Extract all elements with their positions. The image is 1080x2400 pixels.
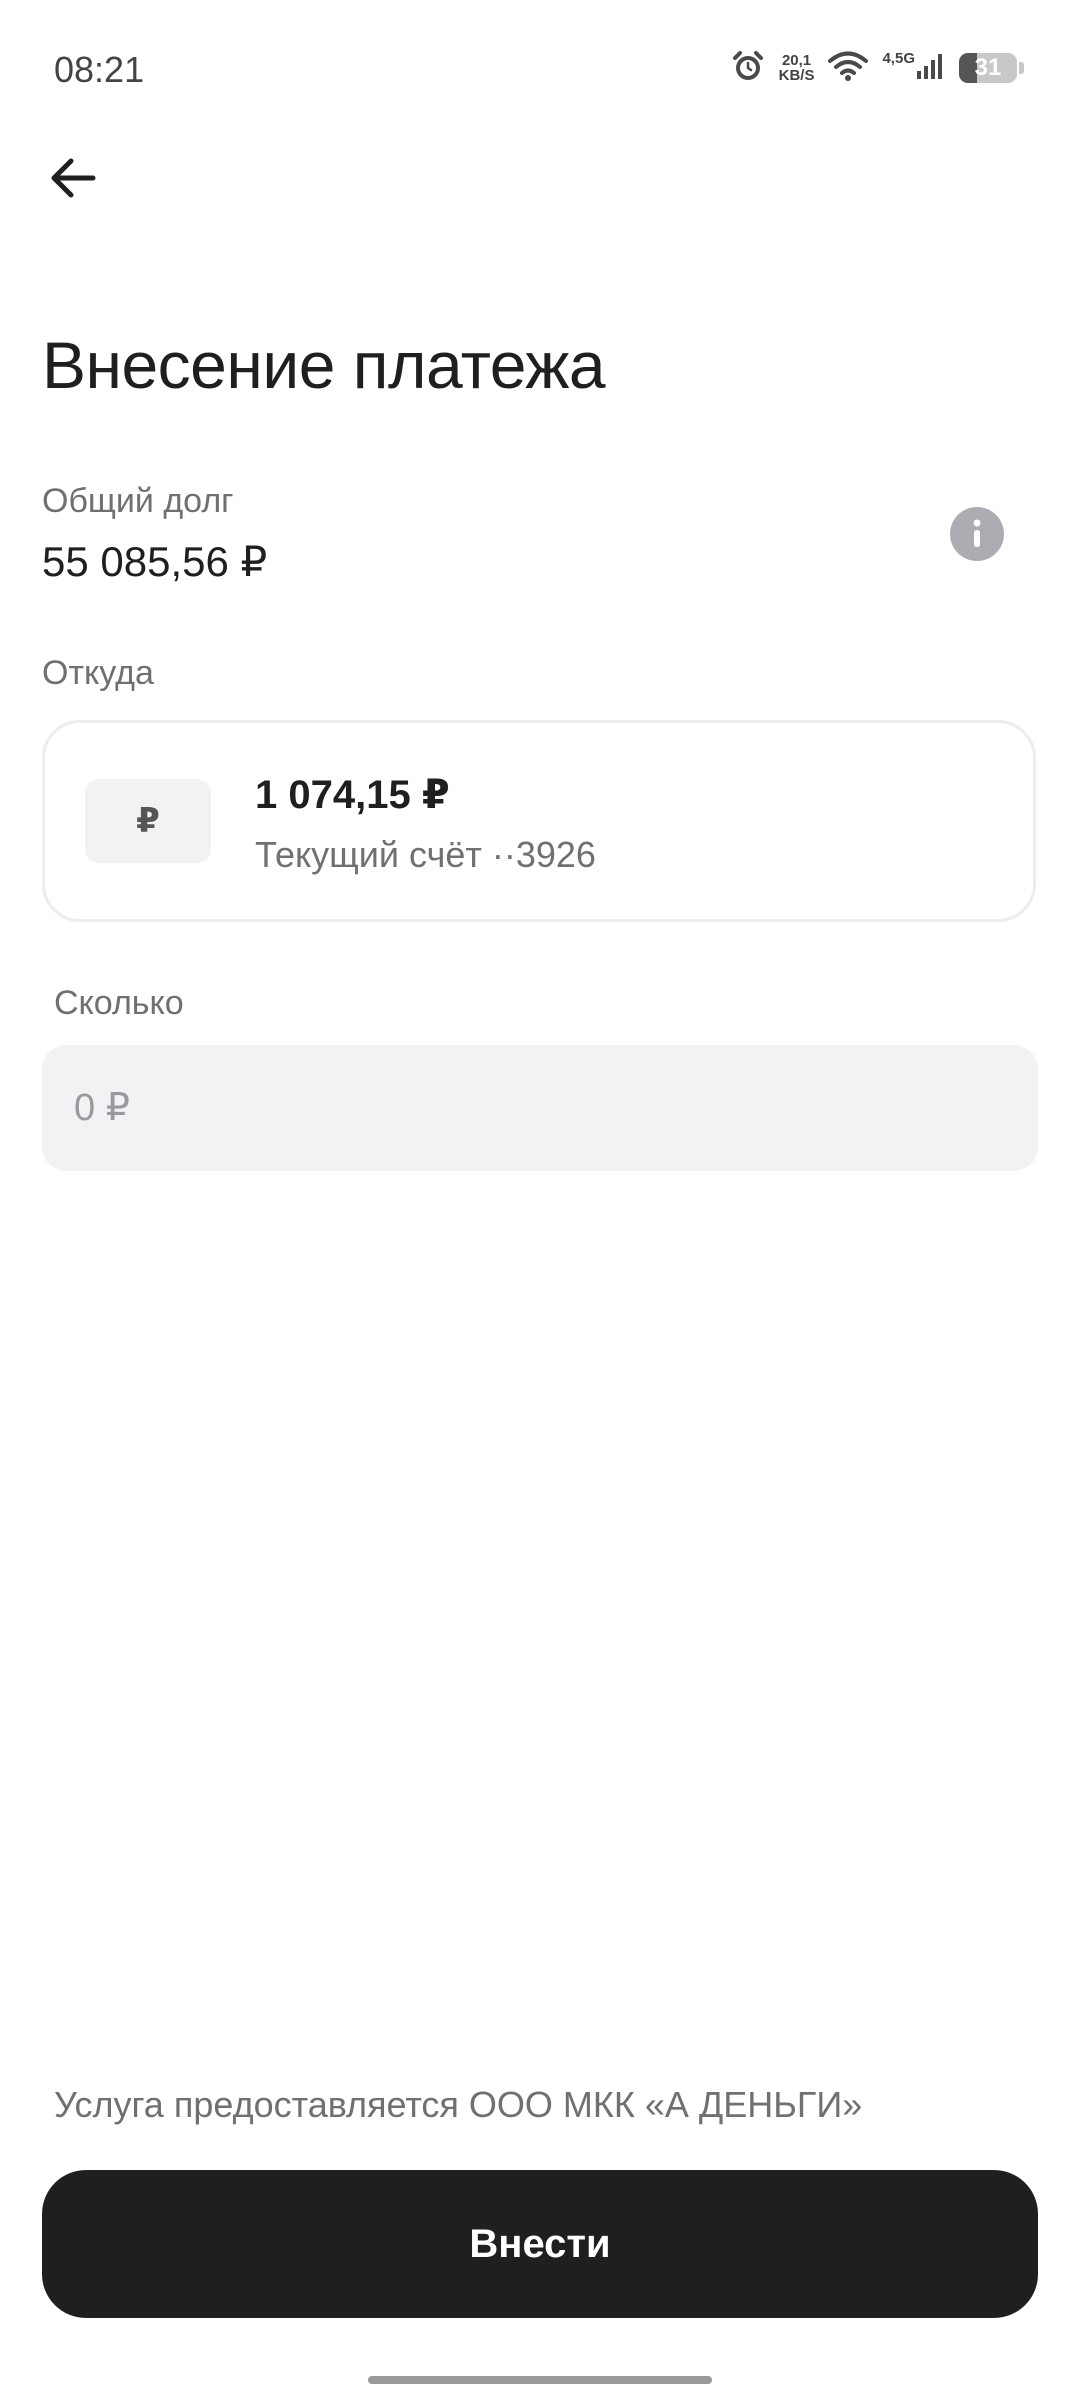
source-account-card[interactable]: ₽ 1 074,15 ₽ Текущий счёт ··3926	[42, 720, 1036, 922]
account-name: Текущий счёт ··3926	[255, 834, 596, 875]
battery-icon: 31	[959, 53, 1017, 83]
total-debt-value: 55 085,56 ₽	[42, 538, 268, 585]
network-speed: 20,1 KB/S	[779, 53, 815, 83]
cellular-signal-icon	[915, 51, 945, 86]
wifi-icon	[828, 50, 869, 87]
account-balance: 1 074,15 ₽	[255, 773, 450, 817]
info-icon	[973, 519, 981, 547]
battery-terminal	[1019, 62, 1024, 74]
home-indicator[interactable]	[368, 2376, 712, 2384]
source-account-label: Откуда	[42, 654, 154, 692]
back-button[interactable]	[40, 145, 106, 211]
debt-info-button[interactable]	[950, 507, 1004, 561]
network-speed-unit: KB/S	[778, 67, 815, 84]
status-icons: 20,1 KB/S 4,5G 31	[731, 46, 1024, 90]
total-debt-label: Общий долг	[42, 482, 234, 520]
arrow-left-icon	[51, 158, 96, 198]
network-type: 4,5G	[882, 49, 915, 67]
amount-label: Сколько	[54, 984, 184, 1022]
submit-payment-button[interactable]: Внести	[42, 2170, 1038, 2318]
network-speed-value: 20,1	[781, 52, 812, 69]
battery-level: 31	[974, 54, 1002, 81]
status-time: 08:21	[54, 49, 145, 90]
amount-input[interactable]	[42, 1045, 1038, 1171]
alarm-icon	[731, 49, 765, 88]
page-title: Внесение платежа	[42, 328, 606, 402]
ruble-icon: ₽	[85, 779, 211, 863]
service-provider-note: Услуга предоставляется ООО МКК «А ДЕНЬГИ…	[54, 2084, 863, 2125]
